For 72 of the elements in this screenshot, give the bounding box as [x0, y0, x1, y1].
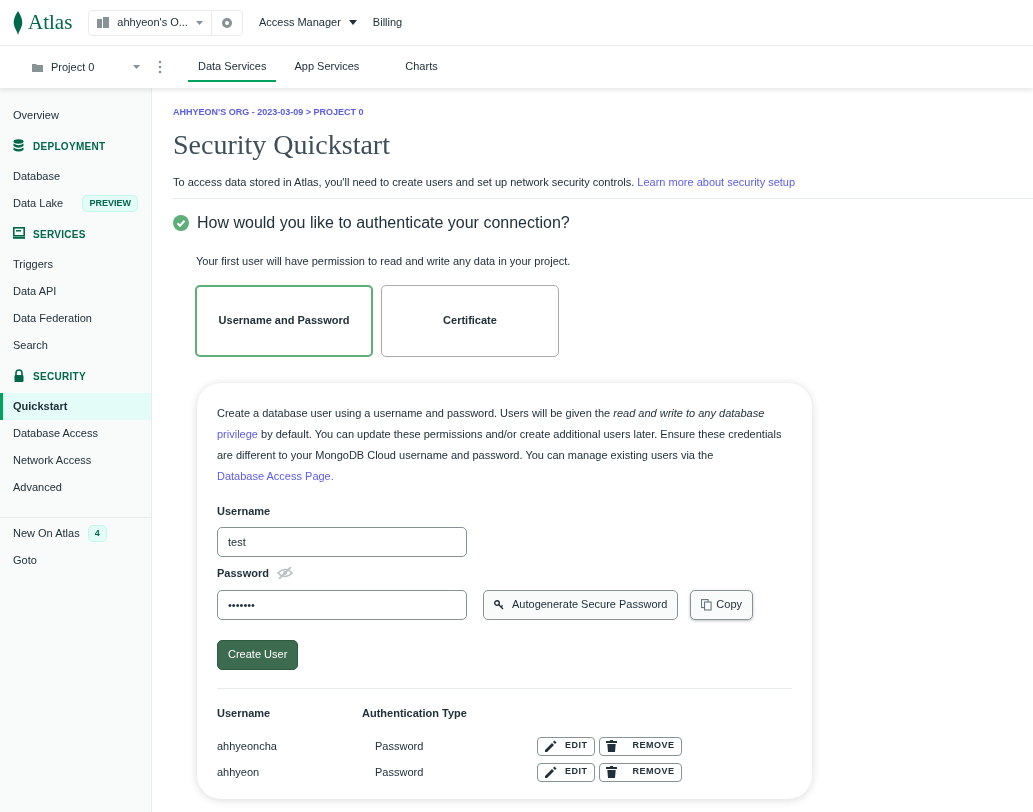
pencil-icon [544, 739, 557, 753]
sidebar-item[interactable]: Database Access [0, 420, 151, 447]
caret-icon [133, 65, 140, 69]
nav-link[interactable]: Access Manager [258, 14, 357, 31]
nav-link[interactable]: Billing [372, 14, 403, 31]
field-label: Password [217, 566, 269, 581]
organization-selector[interactable]: ahhyeon's O... [88, 9, 243, 36]
field-label: Username [217, 503, 272, 519]
sidebar-item[interactable]: Data Federation [0, 305, 151, 332]
sidebar-item[interactable]: Goto [0, 547, 151, 574]
table-cell-text: Password [375, 738, 425, 754]
text-link[interactable]: Database Access Page. [217, 469, 334, 482]
trash-icon [605, 766, 617, 778]
sidebar-item[interactable]: Network Access [0, 447, 151, 474]
auth-option[interactable]: Certificate [381, 284, 559, 357]
sidebar-item[interactable]: Quickstart [0, 393, 151, 420]
tab[interactable]: Data Services [188, 52, 277, 82]
sidebar-item[interactable]: Advanced [0, 474, 151, 501]
edit-button[interactable]: EDIT [537, 762, 595, 782]
building-icon [97, 17, 110, 28]
sidebar-item[interactable]: Triggers [0, 251, 151, 278]
edit-button[interactable]: EDIT [537, 736, 595, 756]
security-setup-link[interactable]: Learn more about security setup [637, 175, 796, 188]
logo-text: Atlas [28, 8, 73, 36]
pencil-icon [544, 765, 557, 779]
step-title: How would you like to authenticate your connection? [197, 213, 570, 233]
tab[interactable]: Charts [395, 52, 448, 82]
sidebar-item[interactable]: Overview [0, 102, 151, 129]
page-title: Security Quickstart [173, 127, 391, 162]
sidebar-item[interactable]: Database [0, 163, 151, 190]
lock-icon [13, 369, 25, 383]
folder-icon [32, 62, 43, 72]
copy-button[interactable]: Copy [690, 589, 753, 620]
key-icon [494, 599, 504, 610]
autogenerate-password-button[interactable]: Autogenerate Secure Password [483, 589, 679, 620]
more-options-icon[interactable] [158, 60, 162, 74]
caret-icon [195, 20, 203, 25]
caret-icon [348, 20, 357, 25]
settings-icon[interactable] [219, 15, 234, 30]
count-badge: 4 [87, 524, 107, 543]
section-heading: SECURITY [33, 369, 86, 384]
table-cell-text: ahhyeoncha [217, 738, 278, 754]
create-user-button[interactable]: Create User [217, 639, 299, 670]
section-heading: DEPLOYMENT [33, 139, 106, 154]
sidebar-item[interactable]: Data API [0, 278, 151, 305]
trash-icon [605, 740, 617, 752]
eye-slash-icon[interactable] [276, 567, 293, 580]
breadcrumb[interactable]: AHHYEON'S ORG - 2023-03-09 > PROJECT 0 [173, 106, 1033, 120]
tab[interactable]: App Services [284, 52, 370, 82]
preview-tag: PREVIEW [82, 194, 138, 213]
step-note: Your first user will have permission to read and write any data in your project. [196, 254, 572, 269]
table-cell-text: ahhyeon [217, 764, 261, 780]
copy-icon [701, 598, 713, 611]
card-description: Create a database user using a username and password. Users will be given the read and write to any database privilege by default. You can update these permissions and/or create additional users later. Ensure these credentials are different to your MongoDB Cloud username and password. You can manage existing users via the Database Access Page. [217, 405, 783, 484]
column-header: Authentication Type [362, 705, 467, 721]
sidebar-item[interactable]: New On Atlas 4 [0, 520, 151, 547]
column-header: Username [217, 705, 272, 721]
table-cell-text: Password [375, 764, 425, 780]
remove-button[interactable]: REMOVE [598, 736, 682, 756]
remove-button[interactable]: REMOVE [598, 762, 682, 782]
sidebar-item[interactable]: Search [0, 332, 151, 359]
leaf-logo-icon [12, 10, 24, 35]
username-field[interactable]: test [217, 527, 467, 557]
project-selector[interactable]: Project 0 [0, 58, 140, 76]
text-link[interactable]: privilege [217, 427, 258, 440]
monitor-icon [13, 227, 25, 241]
auth-option[interactable]: Username and Password [195, 284, 373, 357]
section-heading: SERVICES [33, 227, 86, 242]
database-icon [13, 139, 25, 153]
intro-text: To access data stored in Atlas, you'll need to create users and set up network security controls. Learn more about security setup [173, 173, 1033, 199]
password-field[interactable]: ••••••• [217, 589, 467, 620]
sidebar-item[interactable]: Data Lake PREVIEW [0, 190, 151, 217]
